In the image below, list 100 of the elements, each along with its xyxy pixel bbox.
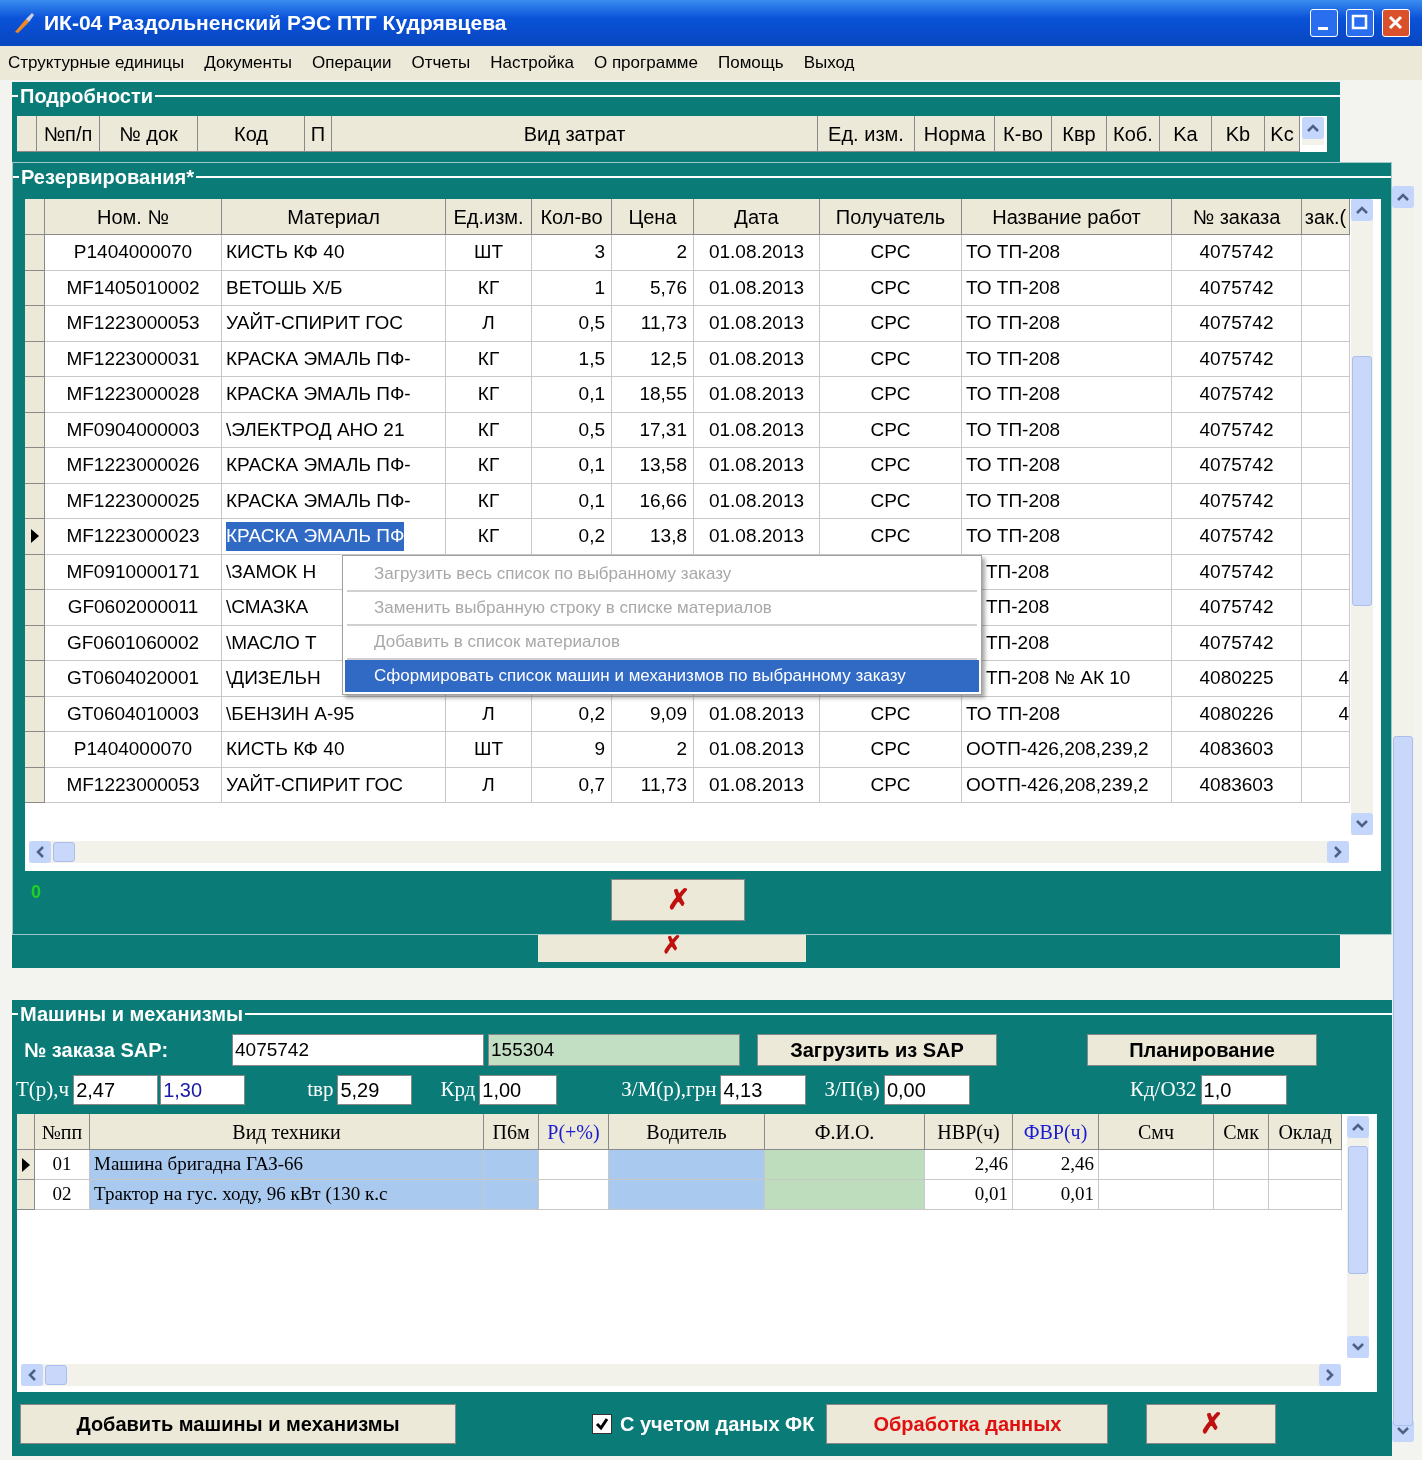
table-cell: MF0904000003	[45, 412, 222, 448]
menu-item[interactable]: Помощь	[718, 50, 784, 76]
process-button[interactable]: Обработка данных	[826, 1404, 1109, 1444]
input-field[interactable]: 2,47	[73, 1075, 159, 1105]
column-header: № заказа	[1172, 199, 1302, 235]
window-title: ИК-04 Раздольненский РЭС ПТГ Кудрявцева	[44, 10, 507, 37]
input-field[interactable]: 4075742	[232, 1034, 484, 1066]
table-cell: ТО ТП-208	[962, 483, 1172, 519]
column-header: Получатель	[820, 199, 962, 235]
column-header: №пп	[35, 1114, 90, 1150]
table-cell: ТО ТП-208	[962, 270, 1172, 306]
table-cell: 4	[1302, 661, 1350, 697]
table-cell: КРАСКА ЭМАЛЬ ПФ-	[222, 483, 446, 519]
field-label: Кд/О32	[1129, 1076, 1197, 1104]
menu-item[interactable]: О программе	[593, 50, 698, 76]
column-header: П6м	[484, 1114, 539, 1150]
field-label: № заказа SAP:	[24, 1038, 170, 1063]
table-cell: 0,2	[532, 519, 612, 555]
table-cell: КГ	[446, 270, 532, 306]
column-header: Смч	[1099, 1114, 1214, 1150]
table-cell: ШТ	[446, 732, 532, 768]
table-cell: 0,5	[532, 306, 612, 342]
table-cell: 4075742	[1172, 377, 1302, 413]
table-cell: MF1223000028	[45, 377, 222, 413]
column-header: Ф.И.О.	[765, 1114, 925, 1150]
input-field[interactable]: 1,30	[160, 1075, 246, 1105]
table-cell: 11,73	[612, 306, 694, 342]
table-cell: MF1405010002	[45, 270, 222, 306]
input-field[interactable]: 1,00	[479, 1075, 558, 1105]
column-header: Р(+%)	[539, 1114, 609, 1150]
table-cell: \ЭЛЕКТРОД АНО 21	[222, 412, 446, 448]
field-label: Т(р),ч	[16, 1076, 70, 1104]
table-cell: 01.08.2013	[694, 696, 820, 732]
column-header: Коб.	[1107, 116, 1160, 152]
menu-item[interactable]: Настройка	[490, 50, 574, 76]
table-cell: 2	[612, 732, 694, 768]
table-cell: 4075742	[1172, 306, 1302, 342]
close-button[interactable]: ✗	[1146, 1404, 1277, 1444]
table-cell: 4083603	[1172, 767, 1302, 803]
field-label: З/П(в)	[824, 1076, 880, 1104]
table-cell: 18,55	[612, 377, 694, 413]
table-cell: УАЙТ-СПИРИТ ГОС	[222, 306, 446, 342]
table-cell: КГ	[446, 412, 532, 448]
close-button[interactable]: ✗	[611, 879, 745, 921]
menu-item[interactable]: Сформировать список машин и механизмов по выбранному заказу	[345, 660, 979, 692]
column-header: № док	[100, 116, 198, 152]
column-header: Квр	[1052, 116, 1107, 152]
table-cell: GT0604010003	[45, 696, 222, 732]
table-cell: GF0602000011	[45, 590, 222, 626]
table-cell: P1404000070	[45, 235, 222, 271]
field-label: Крд	[440, 1076, 476, 1104]
menu-item[interactable]: Документы	[204, 50, 292, 76]
table-cell: СРС	[820, 377, 962, 413]
menu-item[interactable]: Операции	[311, 50, 392, 76]
table-cell: 01.08.2013	[694, 767, 820, 803]
table-cell: MF0910000171	[45, 554, 222, 590]
table-cell: 01.08.2013	[694, 448, 820, 484]
table-cell: 0,01	[925, 1180, 1013, 1210]
table-cell: MF1223000026	[45, 448, 222, 484]
table-cell: MF1223000053	[45, 767, 222, 803]
table-cell: Трактор на гус. ходу, 96 кВт (130 к.с	[90, 1180, 484, 1210]
planning-button[interactable]: Планирование	[1087, 1034, 1317, 1066]
field-label: tвр	[307, 1076, 334, 1104]
table-cell: СРС	[820, 483, 962, 519]
table-cell: 01.08.2013	[694, 377, 820, 413]
table-cell: ТО ТП-208	[962, 412, 1172, 448]
input-field[interactable]: 5,29	[337, 1075, 413, 1105]
record-count: 0	[31, 881, 42, 904]
table-cell: 0,7	[532, 767, 612, 803]
table-cell: 0,1	[532, 377, 612, 413]
panel-title: Резервирования*	[20, 165, 195, 190]
input-field[interactable]: 1,0	[1200, 1075, 1287, 1105]
table-cell: 9	[532, 732, 612, 768]
table-cell: MF1223000053	[45, 306, 222, 342]
input-field[interactable]: 155304	[488, 1034, 740, 1066]
table-cell: 01.08.2013	[694, 306, 820, 342]
table-cell: Л	[446, 696, 532, 732]
column-header: К-во	[995, 116, 1052, 152]
table-cell: 4075742	[1172, 448, 1302, 484]
table-cell: 2,46	[1013, 1150, 1099, 1180]
table-cell: 11,73	[612, 767, 694, 803]
table-cell: 2,46	[925, 1150, 1013, 1180]
load-button[interactable]: Загрузить из SAP	[757, 1034, 997, 1066]
menu-item[interactable]: Структурные единицы	[8, 50, 185, 76]
input-field[interactable]: 4,13	[720, 1075, 807, 1105]
table-cell: 13,58	[612, 448, 694, 484]
table-cell: ООТП-426,208,239,2	[962, 732, 1172, 768]
table-cell: ТО ТП-208	[962, 377, 1172, 413]
table-cell: 0,1	[532, 483, 612, 519]
table-cell: MF1223000031	[45, 341, 222, 377]
add-button[interactable]: Добавить машины и механизмы	[20, 1404, 456, 1444]
menu-item[interactable]: Выход	[803, 50, 855, 76]
table-cell: СРС	[820, 696, 962, 732]
table-cell: ООТП-426,208,239,2	[962, 767, 1172, 803]
table-cell: MF1223000025	[45, 483, 222, 519]
table-cell: КРАСКА ЭМАЛЬ ПФ-	[222, 377, 446, 413]
menu-item[interactable]: Отчеты	[411, 50, 471, 76]
table-cell: MF1223000023	[45, 519, 222, 555]
input-field[interactable]: 0,00	[883, 1075, 970, 1105]
table-cell: ТО ТП-208	[962, 306, 1172, 342]
